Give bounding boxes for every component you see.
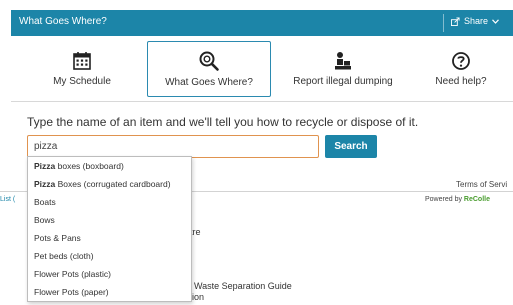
suggestion-item[interactable]: Pet beds (cloth) — [28, 247, 191, 265]
suggestion-item[interactable]: Pizza Boxes (corrugated cardboard) — [28, 175, 191, 193]
search-input[interactable] — [27, 135, 319, 158]
search-button[interactable]: Search — [325, 135, 377, 158]
nav-label-report-dumping: Report illegal dumping — [293, 76, 393, 87]
share-button[interactable]: Share — [451, 16, 499, 26]
terms-of-service-link[interactable]: Terms of Servi — [456, 180, 507, 189]
autocomplete-dropdown: Pizza boxes (boxboard) Pizza Boxes (corr… — [27, 156, 192, 302]
suggestion-item[interactable]: Boats — [28, 193, 191, 211]
help-icon — [452, 52, 470, 70]
list-link[interactable]: List ( — [0, 196, 15, 203]
header-divider — [443, 14, 444, 32]
suggestion-item[interactable]: Flower Pots (paper) — [28, 283, 191, 301]
powered-by: Powered by ReColle — [425, 196, 490, 203]
background-link-2[interactable]: r & Waste Separation Guide — [180, 281, 292, 291]
app-header-bar: What Goes Where? Share — [11, 10, 513, 36]
app-title: What Goes Where? — [19, 16, 107, 27]
nav-label-need-help: Need help? — [435, 76, 487, 87]
dumping-icon — [335, 52, 351, 70]
suggestion-item[interactable]: Bows — [28, 211, 191, 229]
calendar-icon — [73, 52, 91, 70]
nav-item-what-goes-where[interactable]: What Goes Where? — [147, 41, 271, 97]
nav-item-need-help[interactable]: Need help? — [421, 41, 501, 97]
share-icon — [451, 16, 460, 26]
search-prompt: Type the name of an item and we'll tell … — [27, 115, 419, 129]
nav-item-report-dumping[interactable]: Report illegal dumping — [283, 41, 403, 97]
nav-panel: My Schedule What Goes Where? Report ille… — [11, 36, 513, 102]
nav-label-what-goes-where: What Goes Where? — [165, 77, 253, 88]
suggestion-item[interactable]: Pots & Pans — [28, 229, 191, 247]
suggestion-item[interactable]: Pizza boxes (boxboard) — [28, 157, 191, 175]
nav-label-my-schedule: My Schedule — [53, 76, 111, 87]
share-label: Share — [464, 16, 489, 26]
suggestion-item[interactable]: Flower Pots (plastic) — [28, 265, 191, 283]
chevron-down-icon — [492, 18, 499, 24]
recollect-logo: ReColle — [463, 196, 490, 203]
nav-item-my-schedule[interactable]: My Schedule — [27, 41, 137, 97]
powered-by-label: Powered by — [425, 196, 462, 203]
search-recycle-icon — [199, 51, 219, 71]
